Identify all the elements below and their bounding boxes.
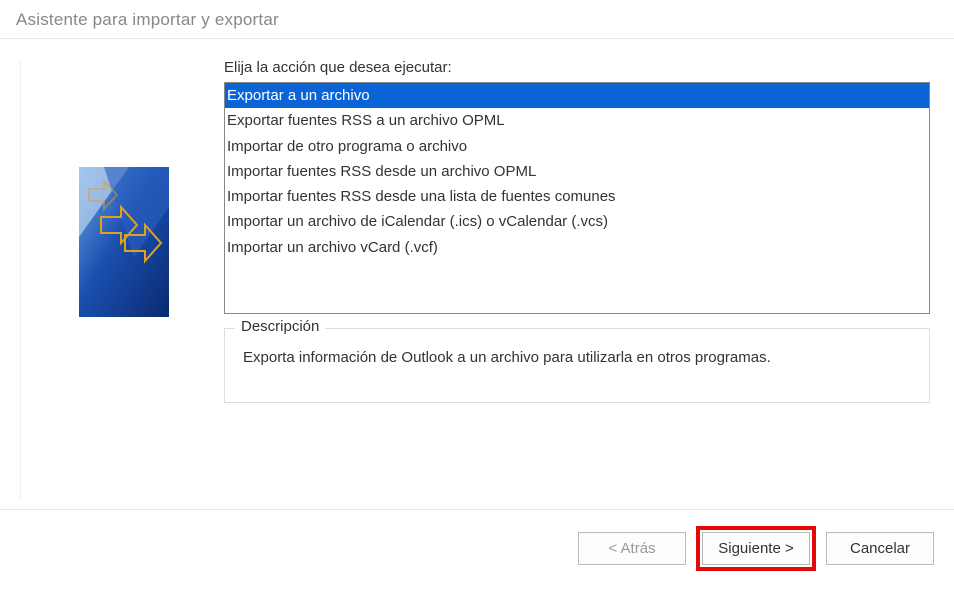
action-list-item[interactable]: Importar de otro programa o archivo: [225, 134, 929, 159]
action-prompt: Elija la acción que desea ejecutar:: [224, 59, 934, 76]
description-label: Descripción: [235, 318, 325, 335]
action-list-item[interactable]: Importar fuentes RSS desde un archivo OP…: [225, 159, 929, 184]
wizard-art-icon: [79, 167, 169, 317]
wizard-body: Elija la acción que desea ejecutar: Expo…: [0, 39, 954, 509]
action-list-item[interactable]: Importar un archivo vCard (.vcf): [225, 235, 929, 260]
cancel-button[interactable]: Cancelar: [826, 532, 934, 565]
back-button[interactable]: < Atrás: [578, 532, 686, 565]
wizard-title: Asistente para importar y exportar: [0, 0, 954, 38]
action-list-item[interactable]: Importar un archivo de iCalendar (.ics) …: [225, 209, 929, 234]
action-listbox[interactable]: Exportar a un archivoExportar fuentes RS…: [224, 82, 930, 314]
next-button[interactable]: Siguiente >: [702, 532, 810, 565]
wizard-main: Elija la acción que desea ejecutar: Expo…: [220, 59, 934, 499]
wizard-sidebar: [20, 59, 220, 499]
action-list-item[interactable]: Exportar fuentes RSS a un archivo OPML: [225, 108, 929, 133]
wizard-footer: < Atrás Siguiente > Cancelar: [0, 509, 954, 587]
action-list-item[interactable]: Exportar a un archivo: [225, 83, 929, 108]
description-text: Exporta información de Outlook a un arch…: [243, 349, 911, 366]
action-list-item[interactable]: Importar fuentes RSS desde una lista de …: [225, 184, 929, 209]
next-button-highlight: Siguiente >: [696, 526, 816, 571]
description-group: Descripción Exporta información de Outlo…: [224, 328, 930, 403]
